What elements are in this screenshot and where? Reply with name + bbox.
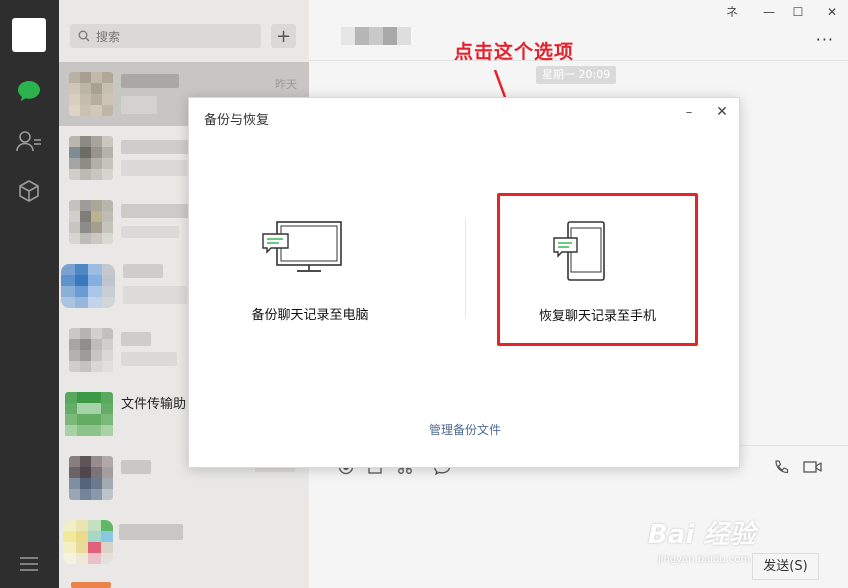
dialog-close-button[interactable]: ✕ — [714, 104, 730, 120]
video-call-icon[interactable] — [802, 458, 824, 476]
more-options-button[interactable]: ··· — [816, 30, 834, 49]
list-item[interactable] — [59, 510, 309, 574]
message-time-chip: 星期一 20:09 — [536, 66, 617, 84]
restore-to-phone-option[interactable]: 恢复聊天记录至手机 — [497, 193, 698, 346]
pin-button[interactable]: ネ — [723, 4, 741, 20]
left-nav — [0, 0, 59, 588]
watermark-url: jingyan.baidu.com — [658, 554, 751, 565]
conversation-title — [341, 27, 411, 45]
search-input[interactable]: 搜索 — [70, 24, 261, 48]
voice-call-icon[interactable] — [772, 458, 790, 476]
annotation-text: 点击这个选项 — [454, 41, 575, 63]
avatar — [69, 328, 113, 372]
header-divider — [309, 60, 848, 61]
phone-icon — [553, 221, 605, 281]
backup-restore-dialog: 备份与恢复 – ✕ 备份聊天记录至电脑 恢复聊天记录至手机 管理备份文件 — [188, 97, 740, 468]
restore-to-phone-label: 恢复聊天记录至手机 — [538, 309, 656, 324]
computer-icon — [262, 221, 342, 272]
watermark-brand: Bai 经验 — [648, 520, 756, 550]
contacts-icon[interactable] — [16, 128, 42, 154]
dialog-title: 备份与恢复 — [204, 113, 270, 128]
avatar — [69, 136, 113, 180]
close-button[interactable]: ✕ — [823, 4, 841, 20]
send-button[interactable]: 发送(S) — [752, 553, 819, 580]
search-placeholder: 搜索 — [96, 29, 121, 44]
minimize-button[interactable]: — — [760, 4, 778, 20]
baidu-watermark: Bai 经验 jingyan.baidu.com — [648, 514, 756, 565]
backup-to-pc-label: 备份聊天记录至电脑 — [251, 308, 369, 323]
menu-icon[interactable] — [16, 551, 42, 577]
avatar — [69, 200, 113, 244]
favorites-icon[interactable] — [16, 178, 42, 204]
avatar — [65, 392, 113, 438]
avatar — [69, 72, 113, 116]
dialog-minimize-button[interactable]: – — [681, 105, 697, 121]
chat-icon[interactable] — [16, 78, 42, 104]
avatar — [61, 264, 115, 308]
backup-to-pc-option[interactable]: 备份聊天记录至电脑 — [211, 192, 409, 342]
search-icon — [78, 30, 90, 42]
chat-time: 昨天 — [275, 78, 297, 91]
avatar — [63, 520, 113, 564]
manage-backup-link[interactable]: 管理备份文件 — [189, 421, 741, 438]
add-chat-button[interactable]: + — [271, 24, 296, 48]
option-divider — [465, 218, 466, 318]
avatar — [69, 456, 113, 500]
user-avatar[interactable] — [12, 18, 46, 52]
chat-name: 文件传输助 — [121, 397, 187, 412]
maximize-button[interactable]: ☐ — [789, 4, 807, 20]
